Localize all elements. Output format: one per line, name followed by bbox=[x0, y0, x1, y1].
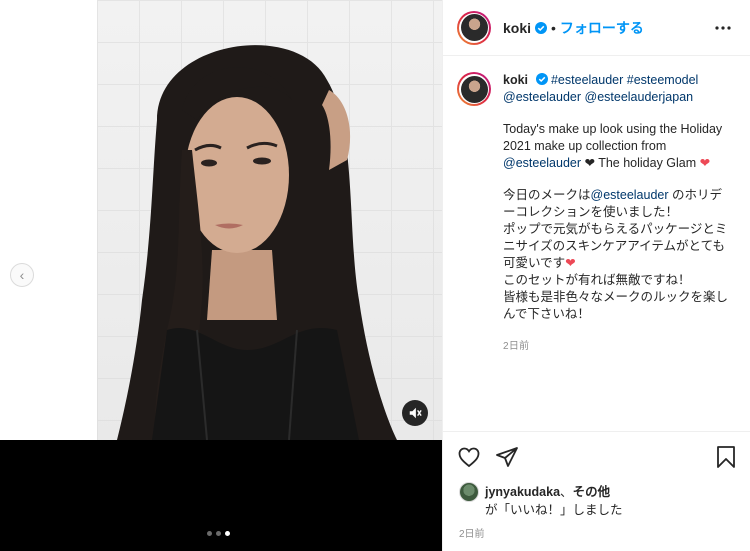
mute-toggle-button[interactable] bbox=[402, 400, 428, 426]
username-link[interactable]: koki bbox=[503, 20, 531, 36]
carousel-dot bbox=[216, 531, 221, 536]
muted-speaker-icon bbox=[409, 407, 422, 419]
media-panel: ‹ bbox=[0, 0, 442, 551]
caption-english: Today's make up look using the Holiday 2… bbox=[503, 121, 743, 172]
caption-line: ポップで元気がもらえるパッケージとミ bbox=[503, 222, 728, 236]
heart-emoji-icon: ❤ bbox=[699, 156, 711, 170]
verified-badge-icon bbox=[535, 73, 548, 85]
carousel-indicator bbox=[207, 531, 230, 536]
carousel-dot bbox=[207, 531, 212, 536]
post-header: koki • フォローする bbox=[443, 0, 750, 56]
liker-username[interactable]: jynyakudaka bbox=[485, 484, 560, 501]
caption-line: ーコレクションを使いました！ bbox=[503, 205, 679, 219]
hashtag-link[interactable]: #esteelauder bbox=[551, 73, 623, 87]
mention-link[interactable]: @esteelauder bbox=[503, 156, 581, 170]
share-icon[interactable] bbox=[495, 445, 519, 469]
likes-connector: 、 bbox=[560, 484, 573, 499]
carousel-dot-active bbox=[225, 531, 230, 536]
video-frame-person bbox=[117, 45, 397, 440]
action-bar bbox=[443, 431, 750, 481]
verified-badge-icon bbox=[535, 21, 548, 34]
mention-link[interactable]: @esteelauder bbox=[503, 90, 581, 104]
others-link[interactable]: その他 bbox=[573, 484, 611, 501]
caption-line: 今日のメークは bbox=[503, 188, 591, 202]
post-caption: koki #esteelauder #esteemodel @esteelaud… bbox=[457, 72, 747, 355]
caption-line: ニサイズのスキンケアアイテムがとても bbox=[503, 239, 726, 253]
hashtag-link[interactable]: #esteemodel bbox=[627, 73, 699, 87]
mention-link[interactable]: @esteelauder bbox=[591, 188, 669, 202]
separator-dot: • bbox=[551, 19, 556, 36]
caption-username[interactable]: koki bbox=[503, 73, 528, 87]
caption-line: 皆様も是非色々なメークのルックを楽し bbox=[503, 290, 729, 304]
follow-button[interactable]: フォローする bbox=[560, 18, 644, 38]
heart-icon[interactable] bbox=[457, 445, 481, 469]
liker-avatar[interactable] bbox=[459, 482, 479, 502]
caption-line: このセットが有れば無敵ですね！ bbox=[503, 273, 691, 287]
more-options-icon[interactable] bbox=[714, 20, 732, 36]
caption-text: koki #esteelauder #esteemodel @esteelaud… bbox=[503, 72, 743, 355]
post-date[interactable]: 2日前 bbox=[459, 525, 485, 540]
likes-suffix: が「いいね！」しました bbox=[485, 503, 623, 517]
mention-link[interactable]: @esteelauderjapan bbox=[585, 90, 694, 104]
heart-emoji-icon: ❤ bbox=[565, 256, 576, 270]
caption-japanese: 今日のメークは@esteelauder のホリデ ーコレクションを使いました！ … bbox=[503, 187, 743, 323]
previous-button[interactable]: ‹ bbox=[10, 263, 34, 287]
caption-avatar[interactable] bbox=[457, 72, 491, 106]
avatar-image bbox=[460, 14, 488, 41]
caption-timestamp[interactable]: 2日前 bbox=[503, 338, 743, 355]
chevron-left-icon: ‹ bbox=[19, 267, 25, 283]
video-player[interactable] bbox=[97, 0, 442, 440]
avatar-image bbox=[460, 75, 488, 103]
caption-line: んで下さいね！ bbox=[503, 307, 590, 321]
caption-line: 2021 make up collection from bbox=[503, 139, 667, 153]
avatar[interactable] bbox=[457, 10, 491, 45]
post-side-panel: koki • フォローする koki #esteelauder #esteemo… bbox=[442, 0, 750, 551]
likes-summary: jynyakudaka、その他 が「いいね！」しました bbox=[459, 482, 623, 519]
caption-line: ❤ The holiday Glam bbox=[581, 156, 700, 170]
caption-line: Today's make up look using the Holiday bbox=[503, 122, 723, 136]
caption-line: のホリデ bbox=[668, 188, 723, 202]
caption-line: 可愛いです bbox=[503, 256, 566, 270]
bookmark-icon[interactable] bbox=[715, 445, 737, 469]
